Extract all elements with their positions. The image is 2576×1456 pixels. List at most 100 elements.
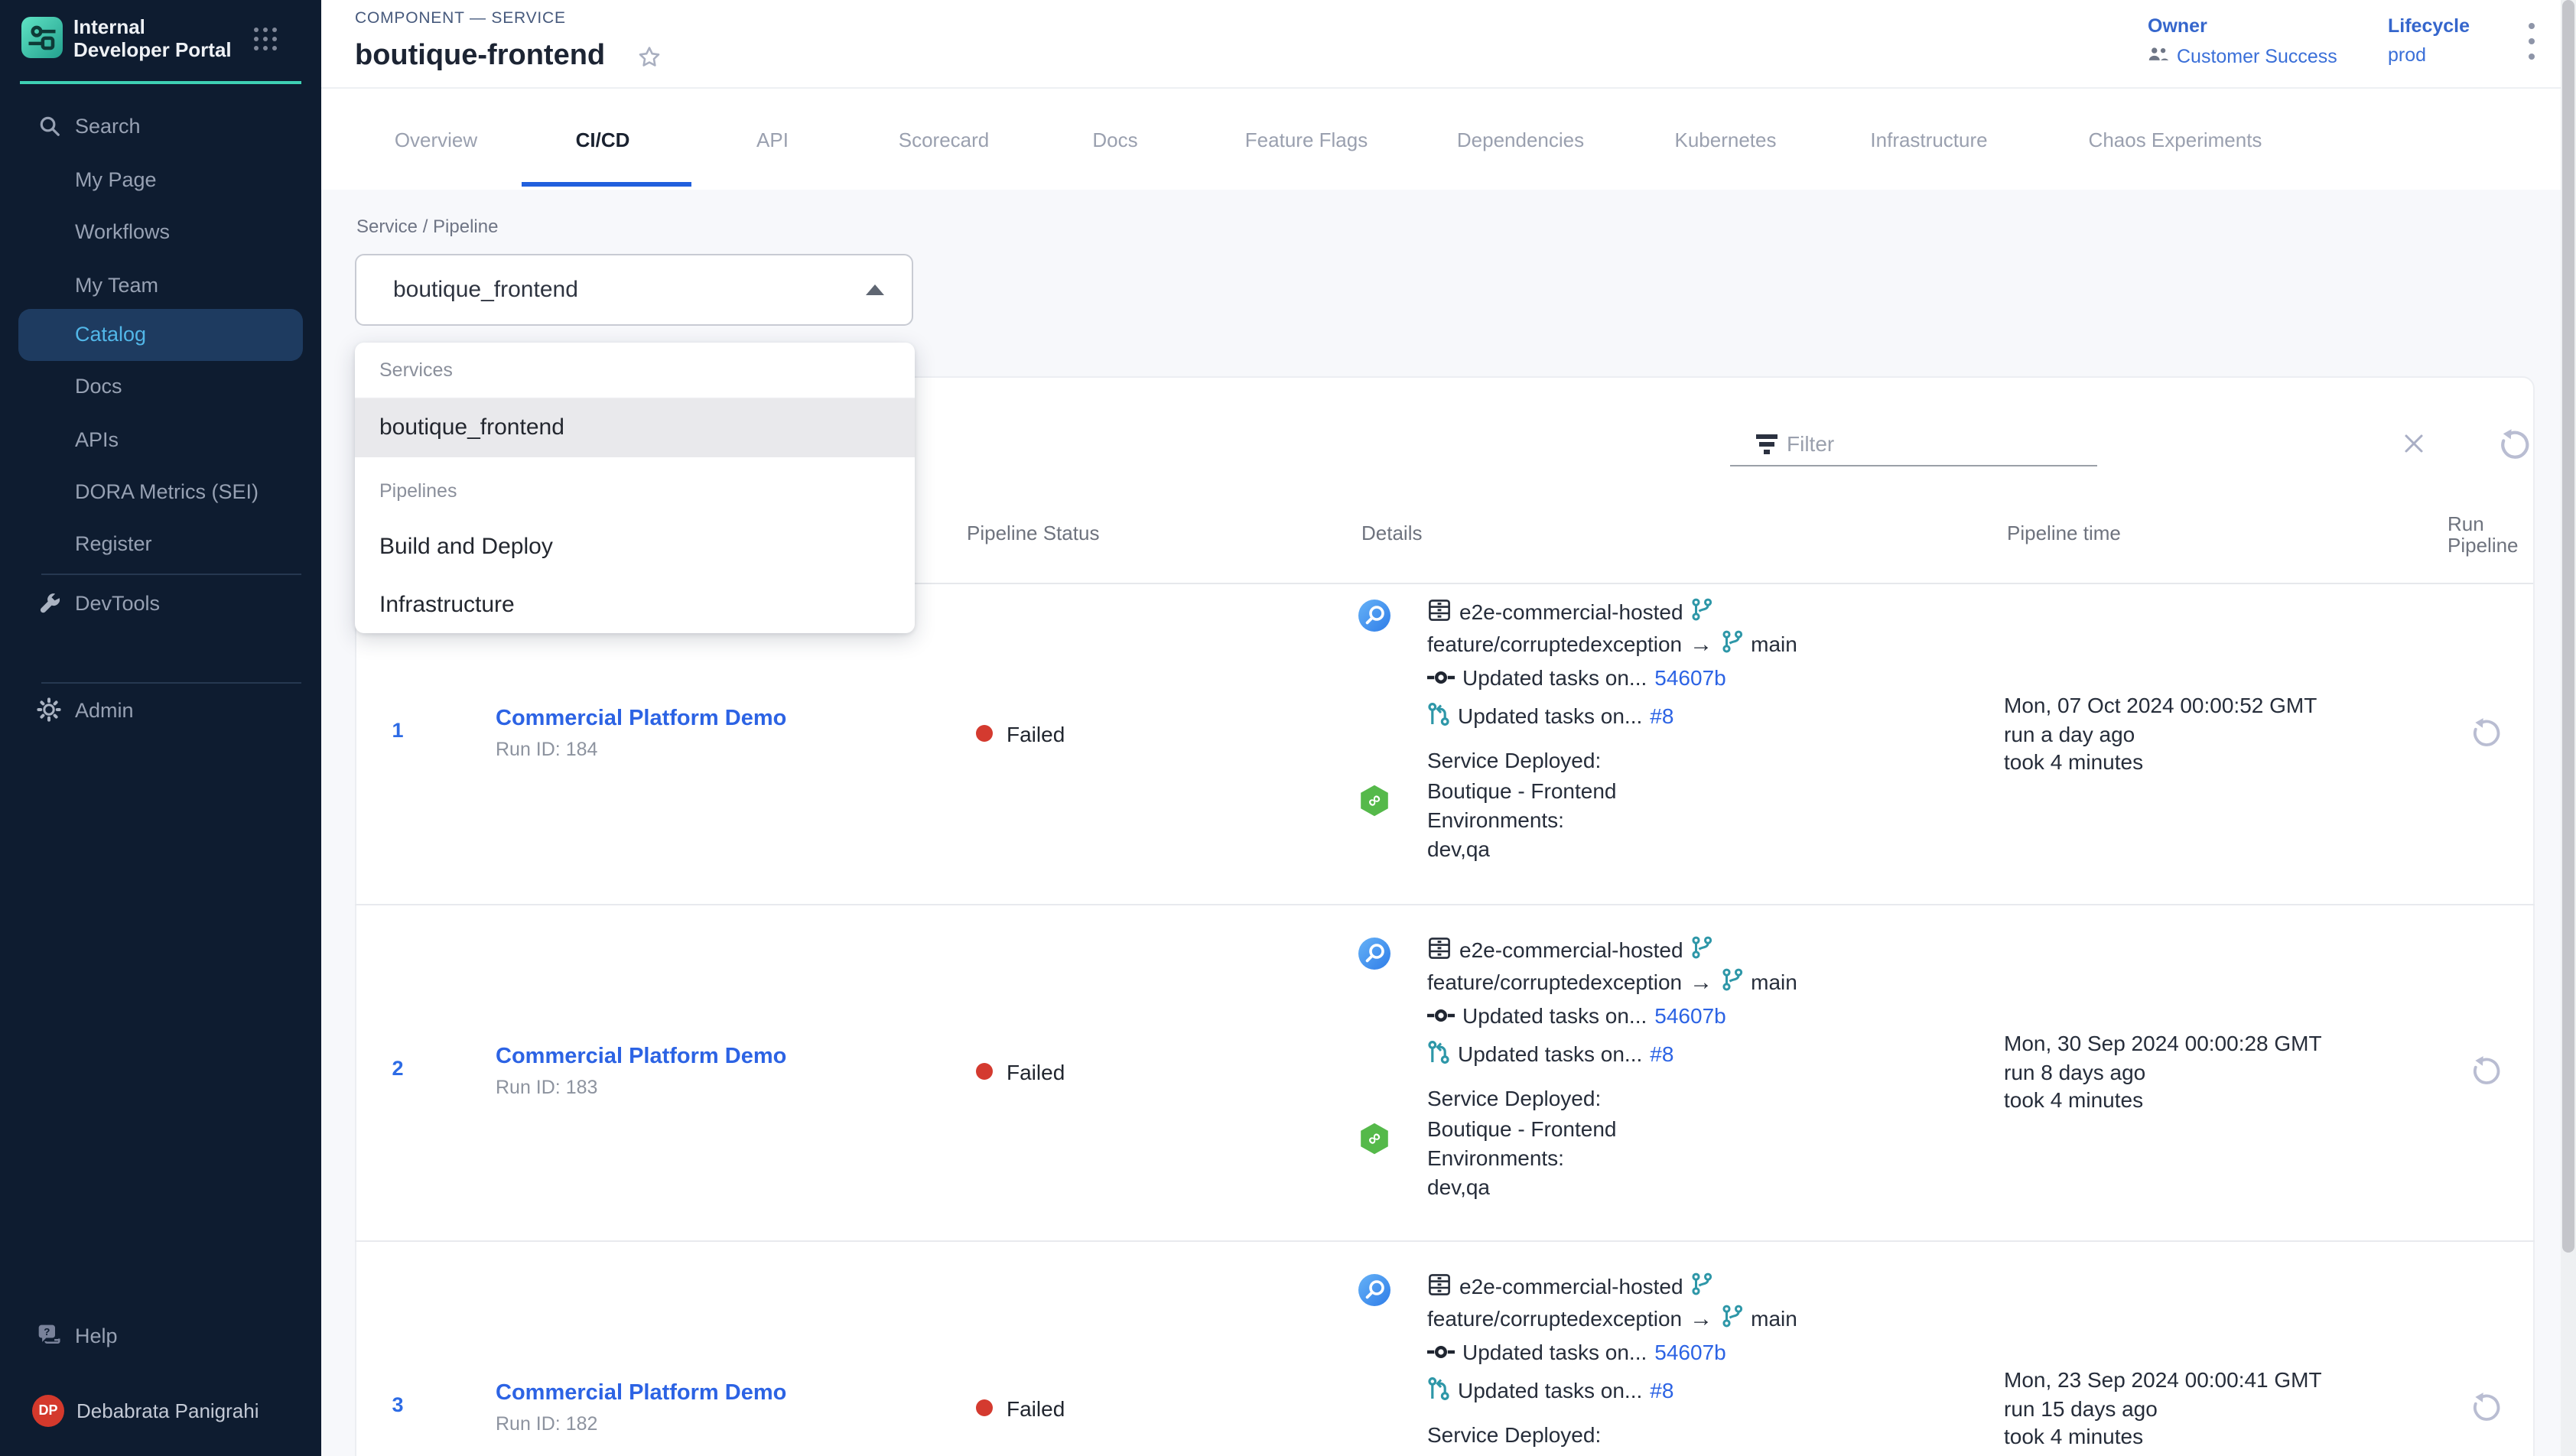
time-ago: run a day ago [2004, 721, 2135, 746]
pull-request-icon [1427, 701, 1450, 730]
run-pipeline-retry-icon[interactable] [2469, 1055, 2501, 1094]
sidebar-item-admin[interactable]: Admin [0, 688, 321, 731]
breadcrumb: COMPONENT — SERVICE [355, 9, 566, 28]
run-pipeline-retry-icon[interactable] [2469, 717, 2501, 756]
time-took: took 4 minutes [2004, 749, 2143, 773]
run-id: Run ID: 183 [496, 1076, 597, 1097]
column-header-run-pipeline: Run Pipeline [2448, 514, 2539, 555]
owner-link[interactable]: Customer Success [2177, 46, 2337, 67]
commit-link[interactable]: 54607b [1654, 665, 1725, 690]
pipeline-run-link[interactable]: Commercial Platform Demo [496, 706, 786, 730]
detail-commit-line: Updated tasks on... 54607b [1427, 1336, 1726, 1368]
service-pipeline-select[interactable]: boutique_frontend [355, 254, 913, 326]
row-number: 3 [373, 1393, 422, 1415]
sidebar-divider [41, 573, 301, 574]
tab-api[interactable]: API [756, 128, 789, 151]
menu-group-pipelines: Pipelines [355, 457, 915, 518]
detail-branch-line: feature/corruptedexception → main [1427, 966, 1797, 998]
detail-deployed-label: Service Deployed: [1427, 1082, 1601, 1114]
pr-link[interactable]: #8 [1650, 1378, 1673, 1402]
time-ago: run 8 days ago [2004, 1059, 2145, 1084]
cd-stage-icon: ∞ [1358, 784, 1390, 824]
favorite-star-icon[interactable] [636, 44, 662, 78]
tab-cicd[interactable]: CI/CD [576, 128, 630, 151]
tab-feature-flags[interactable]: Feature Flags [1245, 128, 1368, 151]
menu-item-boutique-frontend[interactable]: boutique_frontend [355, 399, 915, 457]
time-took: took 4 minutes [2004, 1087, 2143, 1111]
detail-commit-line: Updated tasks on... 54607b [1427, 999, 1726, 1032]
sidebar-item-devtools[interactable]: DevTools [0, 582, 321, 625]
people-icon [2148, 43, 2169, 70]
select-value: boutique_frontend [393, 277, 578, 303]
row-number: 2 [373, 1056, 422, 1079]
time-ago: run 15 days ago [2004, 1396, 2158, 1420]
commit-icon [1427, 1340, 1455, 1364]
sidebar-item-search[interactable]: Search [0, 104, 321, 147]
tab-infrastructure[interactable]: Infrastructure [1870, 128, 1987, 151]
wrench-icon [37, 591, 61, 616]
sidebar-item-register[interactable]: Register [0, 522, 321, 564]
detail-env-label: Environments: [1427, 1142, 1564, 1174]
run-pipeline-retry-icon[interactable] [2469, 1391, 2501, 1431]
git-branch-icon [1691, 598, 1714, 626]
app-grid-icon[interactable] [254, 28, 278, 52]
help-chat-icon: ? [37, 1323, 61, 1347]
pipeline-run-link[interactable]: Commercial Platform Demo [496, 1044, 786, 1068]
time-date: Mon, 30 Sep 2024 00:00:28 GMT [2004, 1030, 2322, 1055]
lifecycle-value: prod [2388, 44, 2470, 66]
column-header-time: Pipeline time [2007, 522, 2121, 544]
commit-link[interactable]: 54607b [1654, 1340, 1725, 1364]
app-title: Internal Developer Portal [73, 15, 245, 61]
repo-icon [1427, 597, 1452, 626]
sidebar-item-docs[interactable]: Docs [0, 365, 321, 408]
row-number: 1 [373, 718, 422, 741]
menu-item-infrastructure[interactable]: Infrastructure [355, 577, 915, 633]
tab-chaos-experiments[interactable]: Chaos Experiments [2089, 128, 2262, 151]
sidebar-item-my-team[interactable]: My Team [0, 263, 321, 306]
commit-link[interactable]: 54607b [1654, 1003, 1725, 1028]
pr-link[interactable]: #8 [1650, 1042, 1673, 1066]
detail-deployed-service: Boutique - Frontend [1427, 775, 1617, 807]
time-date: Mon, 23 Sep 2024 00:00:41 GMT [2004, 1367, 2322, 1391]
menu-item-build-and-deploy[interactable]: Build and Deploy [355, 518, 915, 577]
tab-kubernetes[interactable]: Kubernetes [1675, 128, 1777, 151]
page-scrollbar[interactable] [2561, 0, 2576, 1456]
refresh-icon[interactable] [2496, 428, 2530, 470]
clear-filter-icon[interactable] [2403, 433, 2425, 462]
app-logo-icon[interactable] [21, 17, 63, 58]
arrow-right-icon: → [1690, 631, 1712, 657]
sidebar-item-catalog[interactable]: Catalog [18, 308, 303, 360]
commit-icon [1427, 665, 1455, 690]
service-pipeline-label: Service / Pipeline [356, 216, 498, 237]
page-title: boutique-frontend [355, 40, 605, 73]
git-branch-icon [1720, 968, 1743, 996]
sidebar-item-dora-metrics[interactable]: DORA Metrics (SEI) [0, 470, 321, 512]
lifecycle-block: Lifecycle prod [2388, 15, 2470, 66]
tab-overview[interactable]: Overview [395, 128, 477, 151]
column-header-status: Pipeline Status [967, 522, 1099, 544]
detail-deployed-label: Service Deployed: [1427, 744, 1601, 776]
pipeline-run-link[interactable]: Commercial Platform Demo [496, 1380, 786, 1405]
pr-link[interactable]: #8 [1650, 704, 1673, 728]
sidebar-item-apis[interactable]: APIs [0, 418, 321, 460]
filter-input[interactable] [1787, 425, 2047, 462]
status-badge: Failed [1007, 1059, 1065, 1084]
table-row: 3 Commercial Platform Demo Run ID: 182 F… [355, 1240, 2535, 1456]
sidebar-item-my-page[interactable]: My Page [0, 158, 321, 200]
sidebar-item-workflows[interactable]: Workflows [0, 210, 321, 253]
scrollbar-thumb[interactable] [2562, 0, 2574, 1252]
git-branch-icon [1691, 1272, 1714, 1300]
tab-docs[interactable]: Docs [1092, 128, 1137, 151]
cd-stage-icon: ∞ [1358, 1122, 1390, 1162]
tab-dependencies[interactable]: Dependencies [1457, 128, 1584, 151]
tab-scorecard[interactable]: Scorecard [899, 128, 990, 151]
repo-icon [1427, 1272, 1452, 1301]
sidebar-item-help[interactable]: ? Help [0, 1314, 321, 1357]
kebab-menu-icon[interactable] [2518, 20, 2545, 63]
sidebar-user[interactable]: DP Debabrata Panigrahi [0, 1389, 321, 1432]
run-id: Run ID: 184 [496, 738, 597, 759]
git-branch-icon [1691, 936, 1714, 964]
sidebar-brand-rule [20, 81, 301, 84]
detail-commit-line: Updated tasks on... 54607b [1427, 661, 1726, 694]
ci-stage-icon [1358, 599, 1390, 639]
